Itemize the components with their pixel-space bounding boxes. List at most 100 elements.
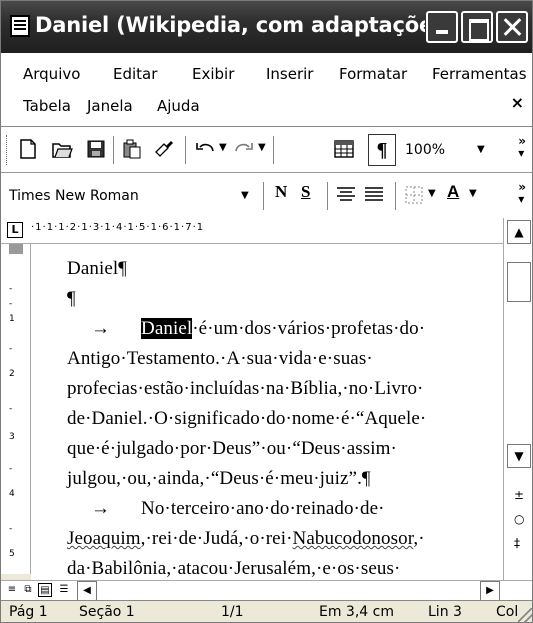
redo-dropdown-arrow[interactable]: ▼ bbox=[258, 142, 266, 153]
zoom-select[interactable]: 100% ▼ bbox=[401, 136, 491, 164]
doc-line-9: → No·terceiro·ano·do·reinado·de· bbox=[67, 498, 385, 520]
toolbar-grip[interactable] bbox=[6, 135, 9, 165]
document-area[interactable]: Daniel¶ ¶ → Daniel·é·um·dos·vários·profet… bbox=[31, 244, 503, 580]
toolbar-separator bbox=[263, 182, 264, 210]
scroll-down-button[interactable]: ▼ bbox=[507, 444, 531, 468]
underline-button[interactable]: S bbox=[301, 182, 310, 202]
show-hide-formatting-button[interactable]: ¶ bbox=[368, 134, 396, 166]
menu-inserir[interactable]: Inserir bbox=[266, 65, 313, 83]
status-page: Pág 1 bbox=[9, 604, 48, 620]
ruler-tick: 4 bbox=[9, 489, 15, 499]
select-browse-object-icon[interactable]: ○ bbox=[514, 512, 524, 526]
font-select[interactable]: Times New Roman ▼ bbox=[5, 182, 253, 210]
vertical-scrollbar[interactable]: ▲ ▼ ± ○ ‡ bbox=[503, 218, 532, 580]
doc-line-empty-para: ¶ bbox=[67, 288, 76, 309]
minimize-button[interactable] bbox=[426, 11, 458, 43]
normal-view-icon[interactable]: ≡ bbox=[5, 583, 19, 597]
doc-line-10: Jeoaquim,·rei·de·Judá,·o·rei·Nabucodonos… bbox=[67, 528, 425, 550]
doc-line-8: julgou,·ou,·ainda,·“Deus·é·meu·juiz”.¶ bbox=[67, 468, 371, 489]
status-line: Lin 3 bbox=[428, 604, 462, 620]
borders-icon[interactable] bbox=[403, 184, 425, 206]
next-page-icon[interactable]: ‡ bbox=[514, 536, 520, 550]
status-pages: 1/1 bbox=[221, 604, 244, 620]
doc-line-3: → Daniel·é·um·dos·vários·profetas·do· bbox=[67, 318, 425, 340]
chevron-down-icon[interactable]: ▼ bbox=[477, 136, 485, 164]
vertical-ruler[interactable]: - - 1 - 2 - 3 - 4 - 5 bbox=[1, 244, 31, 574]
window-title: Daniel (Wikipedia, com adaptações) - M..… bbox=[35, 13, 425, 37]
bold-button[interactable]: N bbox=[275, 182, 287, 202]
menu-tabela[interactable]: Tabela bbox=[23, 97, 71, 115]
menu-ajuda[interactable]: Ajuda bbox=[157, 97, 200, 115]
align-center-icon[interactable] bbox=[335, 184, 357, 206]
scroll-right-button[interactable]: ▶ bbox=[480, 581, 500, 601]
doc-line-text: ·é·um·dos·vários·profetas·do· bbox=[192, 318, 426, 339]
toolbar-options-icon[interactable]: » ▾ bbox=[518, 135, 526, 159]
menu-formatar[interactable]: Formatar bbox=[339, 65, 407, 83]
toolbar-separator bbox=[327, 182, 328, 210]
menu-editar[interactable]: Editar bbox=[113, 65, 157, 83]
title-bar[interactable]: Daniel (Wikipedia, com adaptações) - M..… bbox=[1, 1, 532, 53]
doc-line-7: que·é·julgado·por·Deus”·ou·“Deus·assim· bbox=[67, 438, 397, 459]
spelling-error-word: Jeoaquim bbox=[67, 528, 141, 549]
tab-arrow: → bbox=[91, 318, 111, 339]
spelling-error-word: Nabucodonosor bbox=[292, 528, 414, 549]
undo-icon[interactable] bbox=[194, 138, 216, 160]
font-color-button[interactable]: A bbox=[447, 182, 459, 202]
ruler-tick: - bbox=[9, 344, 13, 354]
doc-line-6: de·Daniel.·O·significado·do·nome·é·“Aque… bbox=[67, 408, 427, 429]
print-layout-view-icon[interactable]: ▤ bbox=[38, 583, 52, 597]
menu-ferramentas[interactable]: Ferramentas bbox=[432, 65, 527, 83]
doc-line-title: Daniel¶ bbox=[67, 258, 127, 279]
toolbar-separator bbox=[395, 182, 396, 210]
open-folder-icon[interactable] bbox=[51, 138, 73, 160]
formatting-toolbar: Times New Roman ▼ N S ▼ A ▼ » ▾ bbox=[1, 173, 532, 219]
new-document-icon[interactable] bbox=[17, 138, 39, 160]
word-document-icon[interactable] bbox=[10, 15, 30, 37]
ruler-tick: - bbox=[9, 524, 13, 534]
scroll-thumb[interactable] bbox=[507, 262, 531, 302]
justify-icon[interactable] bbox=[363, 184, 385, 206]
table-icon[interactable] bbox=[333, 138, 355, 160]
tab-selector[interactable]: L bbox=[7, 222, 23, 238]
close-document-button[interactable]: × bbox=[511, 93, 524, 112]
scroll-up-button[interactable]: ▲ bbox=[507, 220, 531, 244]
undo-dropdown-arrow[interactable]: ▼ bbox=[219, 142, 227, 153]
doc-line-text: ,·rei·de·Judá,·o·rei· bbox=[140, 528, 293, 549]
ruler-tick: - bbox=[9, 299, 13, 309]
ruler-margin-marker bbox=[9, 244, 23, 254]
toolbar-separator bbox=[185, 136, 186, 164]
doc-line-text: ,· bbox=[413, 528, 425, 549]
scroll-left-button[interactable]: ◀ bbox=[77, 581, 97, 601]
chevron-down-icon[interactable]: ▼ bbox=[241, 182, 249, 210]
standard-toolbar: ▼ ▼ ¶ 100% ▼ » ▾ bbox=[1, 127, 532, 173]
tab-arrow: → bbox=[91, 498, 111, 519]
selected-word: Daniel bbox=[141, 318, 193, 339]
redo-icon[interactable] bbox=[233, 138, 255, 160]
previous-page-icon[interactable]: ± bbox=[514, 488, 524, 502]
toolbar-options-icon[interactable]: » ▾ bbox=[518, 181, 526, 205]
resize-grip[interactable] bbox=[518, 608, 532, 622]
borders-dropdown-arrow[interactable]: ▼ bbox=[428, 188, 436, 199]
format-painter-icon[interactable] bbox=[153, 138, 175, 160]
ruler-tick: 3 bbox=[9, 432, 15, 442]
save-icon[interactable] bbox=[85, 138, 107, 160]
menu-arquivo[interactable]: Arquivo bbox=[23, 65, 80, 83]
zoom-value: 100% bbox=[405, 142, 446, 158]
close-button[interactable] bbox=[496, 11, 528, 43]
outline-view-icon[interactable]: ☰ bbox=[57, 583, 71, 597]
font-color-dropdown-arrow[interactable]: ▼ bbox=[469, 188, 477, 199]
menu-janela[interactable]: Janela bbox=[87, 97, 133, 115]
paste-icon[interactable] bbox=[121, 138, 143, 160]
horizontal-ruler[interactable]: L ·1·1·1·2·1·3·1·4·1·5·1·6·1·7·1 bbox=[1, 218, 532, 244]
horizontal-scrollbar[interactable]: ≡ ⧉ ▤ ☰ ◀ ▶ bbox=[1, 580, 532, 601]
web-layout-view-icon[interactable]: ⧉ bbox=[21, 583, 35, 597]
word-window: Daniel (Wikipedia, com adaptações) - M..… bbox=[0, 0, 533, 623]
status-bar: Pág 1 Seção 1 1/1 Em 3,4 cm Lin 3 Col bbox=[1, 600, 532, 622]
maximize-button[interactable] bbox=[461, 11, 493, 43]
menu-exibir[interactable]: Exibir bbox=[192, 65, 234, 83]
doc-line-4: Antigo·Testamento.·A·sua·vida·e·suas· bbox=[67, 348, 373, 369]
status-position: Em 3,4 cm bbox=[319, 604, 394, 620]
status-column: Col bbox=[496, 604, 519, 620]
ruler-tick: - bbox=[9, 404, 13, 414]
doc-line-11: da·Babilônia,·atacou·Jerusalém,·e·os·seu… bbox=[67, 558, 401, 579]
